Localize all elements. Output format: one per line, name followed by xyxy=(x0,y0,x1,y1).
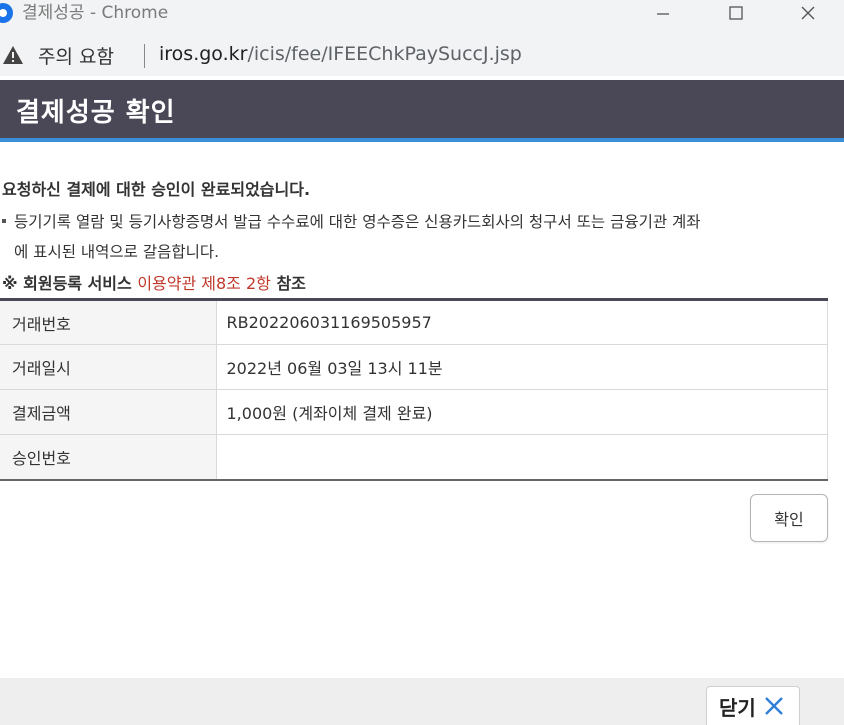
row-label-approval-number: 승인번호 xyxy=(0,434,217,480)
confirm-button[interactable]: 확인 xyxy=(750,494,828,542)
minimize-button[interactable] xyxy=(640,0,686,26)
url-text[interactable]: iros.go.kr/icis/fee/IFEEChkPaySuccJ.jsp xyxy=(159,43,522,65)
row-label-payment-amount: 결제금액 xyxy=(0,389,217,435)
page-title: 결제성공 확인 xyxy=(16,98,176,128)
page-header: 결제성공 확인 xyxy=(0,80,844,138)
terms-reference-suffix: 참조 xyxy=(270,274,306,293)
terms-reference-prefix: ※ 회원등록 서비스 xyxy=(2,274,138,293)
window-title: 결제성공 - Chrome xyxy=(22,3,169,23)
row-value-transaction-number: RB202206031169505957 xyxy=(216,299,828,345)
close-button-label: 닫기 xyxy=(719,695,756,720)
maximize-button[interactable] xyxy=(713,0,759,26)
header-accent-line xyxy=(0,138,844,142)
row-value-approval-number xyxy=(216,434,828,480)
security-warning-label[interactable]: 주의 요함 xyxy=(38,42,114,69)
success-message: 요청하신 결제에 대한 승인이 완료되었습니다. xyxy=(2,180,311,199)
close-button[interactable]: 닫기 xyxy=(706,686,800,725)
row-value-transaction-datetime: 2022년 06월 03일 13시 11분 xyxy=(216,344,828,390)
address-separator xyxy=(144,44,145,68)
address-bar[interactable]: 주의 요함 iros.go.kr/icis/fee/IFEEChkPaySucc… xyxy=(0,36,844,76)
minimize-icon xyxy=(657,13,669,15)
table-row: 결제금액 1,000원 (계좌이체 결제 완료) xyxy=(0,389,828,435)
close-x-icon xyxy=(764,697,783,715)
window-close-button[interactable] xyxy=(785,0,831,26)
terms-link[interactable]: 이용약관 제8조 2항 xyxy=(137,274,271,293)
bullet-icon xyxy=(2,218,6,223)
url-path: /icis/fee/IFEEChkPaySuccJ.jsp xyxy=(247,43,522,65)
url-host: iros.go.kr xyxy=(159,43,248,65)
close-icon xyxy=(801,6,815,20)
table-row: 승인번호 xyxy=(0,434,828,480)
table-row: 거래번호 RB202206031169505957 xyxy=(0,299,828,345)
payment-info-table: 거래번호 RB202206031169505957 거래일시 2022년 06월… xyxy=(0,298,828,481)
row-label-transaction-number: 거래번호 xyxy=(0,299,217,345)
row-label-transaction-datetime: 거래일시 xyxy=(0,344,217,390)
table-row: 거래일시 2022년 06월 03일 13시 11분 xyxy=(0,344,828,390)
terms-reference: ※ 회원등록 서비스 이용약관 제8조 2항 참조 xyxy=(2,270,306,294)
chrome-logo-icon xyxy=(0,3,13,23)
maximize-icon xyxy=(729,6,743,20)
row-value-payment-amount: 1,000원 (계좌이체 결제 완료) xyxy=(216,389,828,435)
receipt-note-line1: 등기기록 열람 및 등기사항증명서 발급 수수료에 대한 영수증은 신용카드회사… xyxy=(14,213,701,231)
receipt-note: 등기기록 열람 및 등기사항증명서 발급 수수료에 대한 영수증은 신용카드회사… xyxy=(2,207,842,267)
receipt-note-line2: 에 표시된 내역으로 갈음합니다. xyxy=(14,243,220,261)
browser-titlebar: 결제성공 - Chrome xyxy=(0,0,844,36)
warning-icon[interactable] xyxy=(2,44,24,66)
